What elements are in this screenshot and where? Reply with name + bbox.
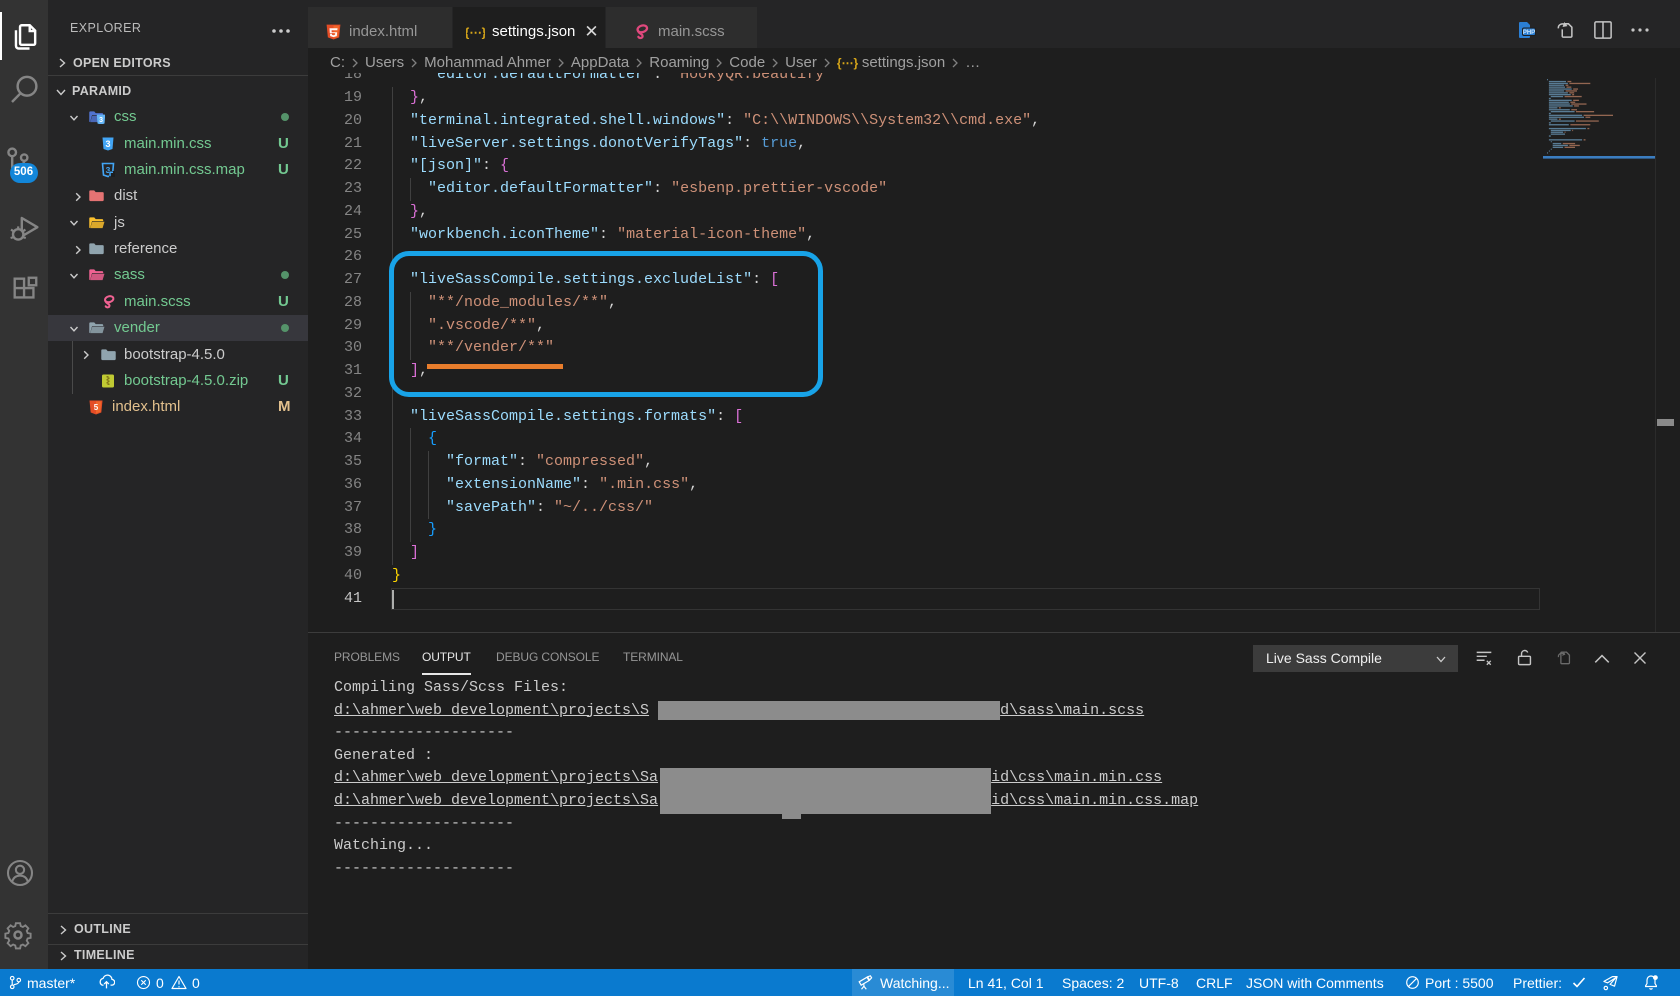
svg-text:5: 5: [94, 403, 99, 412]
svg-text:{⋯}: {⋯}: [466, 25, 485, 39]
svg-text:3: 3: [99, 117, 103, 124]
svg-text:PHP: PHP: [1523, 30, 1535, 36]
svg-text:3: 3: [105, 139, 110, 149]
